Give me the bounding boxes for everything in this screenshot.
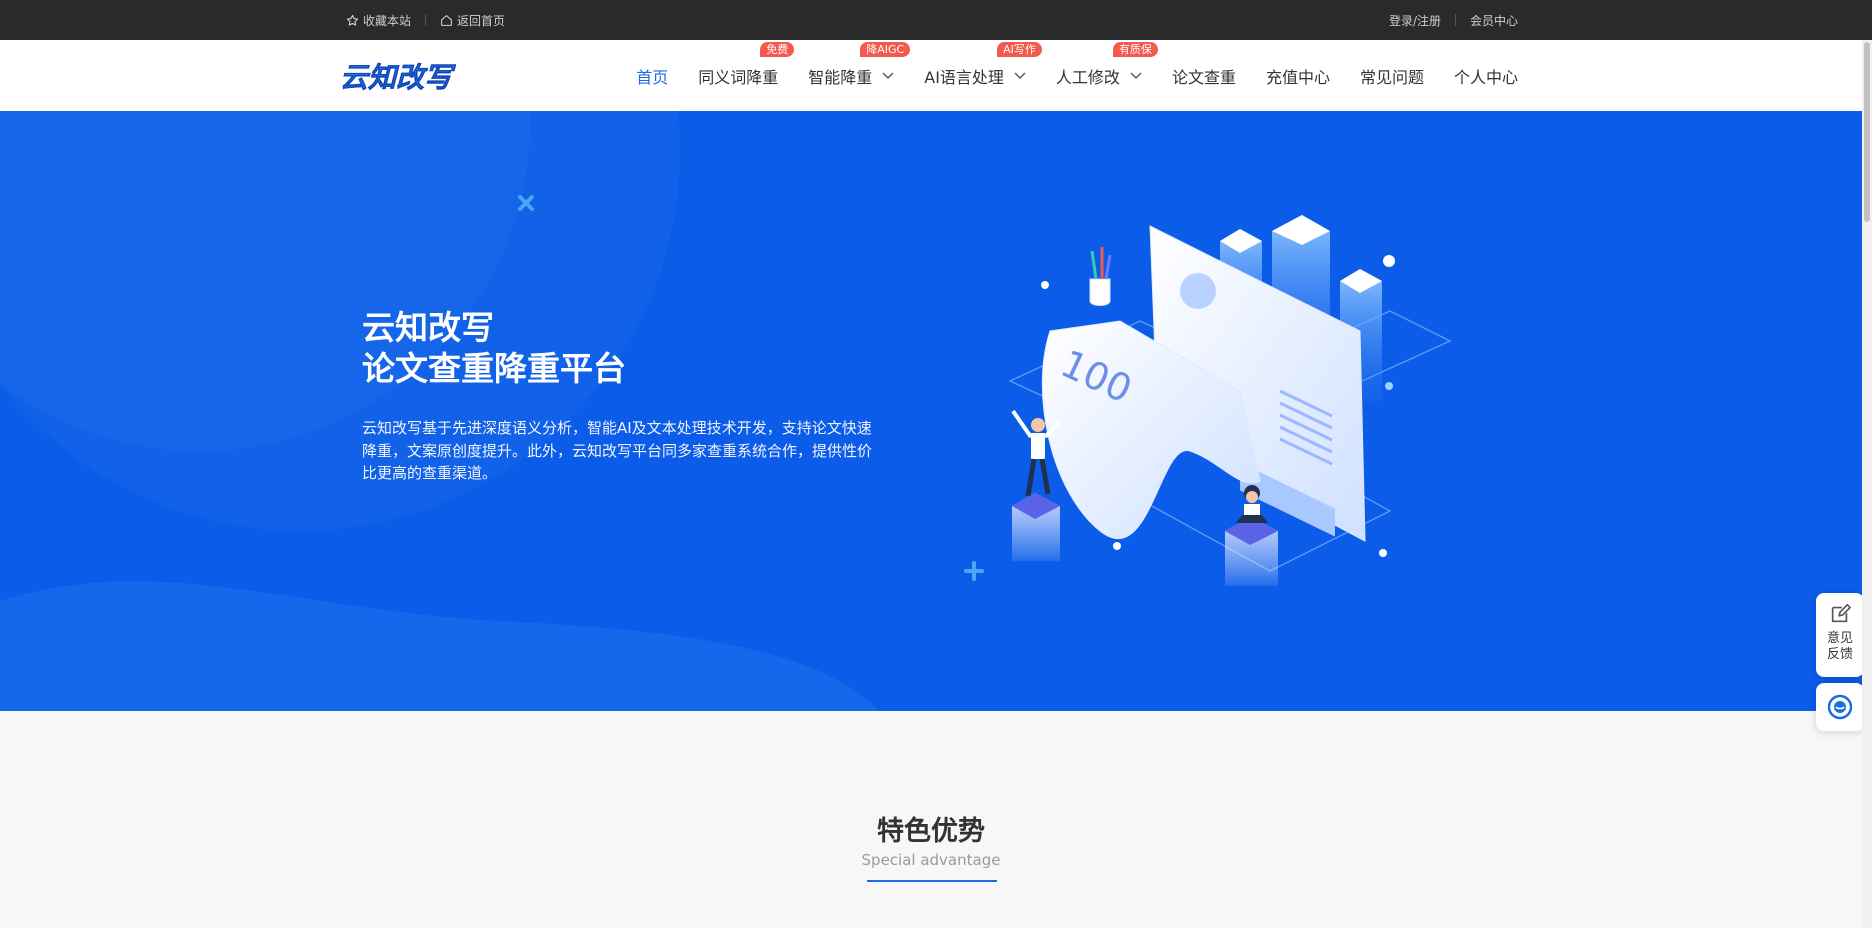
nav-item-synonym-rewrite[interactable]: 同义词降重 免费 (698, 41, 795, 88)
nav-item-faq[interactable]: 常见问题 (1360, 64, 1424, 88)
star-icon (346, 14, 359, 27)
main-nav: 首页 同义词降重 免费 智能降重 降AIGC AI语言处理 AI写作 人工修改 … (636, 40, 1518, 111)
chevron-down-icon (1014, 72, 1026, 79)
home-label: 返回首页 (457, 13, 506, 28)
nav-item-personal-center[interactable]: 个人中心 (1454, 64, 1518, 88)
section-title: 特色优势 (877, 816, 985, 847)
edit-icon (1831, 604, 1851, 623)
home-icon (440, 14, 453, 27)
nav-item-manual-edit[interactable]: 人工修改 有质保 (1055, 41, 1158, 88)
feedback-label: 意见反馈 (1826, 631, 1853, 662)
customer-service-button[interactable] (1816, 683, 1864, 731)
quality-badge: 有质保 (1112, 41, 1158, 57)
hero-title-line-1: 云知改写 (362, 308, 494, 347)
nav-label: 智能降重 (808, 67, 873, 87)
aigc-badge: 降AIGC (860, 41, 911, 57)
page-scrollbar-thumb[interactable] (1864, 42, 1870, 222)
hero-banner: 云知改写 论文查重降重平台 云知改写基于先进深度语义分析，智能AI及文本处理技术… (0, 111, 1862, 711)
site-logo[interactable]: 云知改写 (338, 58, 484, 94)
customer-service-icon (1827, 694, 1853, 720)
free-badge: 免费 (760, 41, 795, 57)
hero-copy: 云知改写 论文查重降重平台 云知改写基于先进深度语义分析，智能AI及文本处理技术… (362, 307, 872, 485)
member-center-link[interactable]: 会员中心 (1470, 12, 1518, 29)
nav-label: 个人中心 (1453, 67, 1518, 87)
login-register-link[interactable]: 登录/注册 (1389, 12, 1441, 29)
bookmark-link[interactable]: 收藏本站 (346, 12, 411, 29)
divider (1454, 14, 1456, 26)
nav-label: 同义词降重 (698, 67, 779, 87)
nav-label: 首页 (636, 67, 669, 87)
section-subtitle: Special advantage (861, 851, 1001, 869)
feedback-button[interactable]: 意见反馈 (1816, 593, 1864, 677)
chevron-down-icon (882, 72, 894, 79)
nav-item-ai-language[interactable]: AI语言处理 AI写作 (924, 41, 1042, 88)
logo-text: 云知改写 (340, 61, 456, 94)
home-link[interactable]: 返回首页 (440, 12, 505, 29)
nav-label: AI语言处理 (924, 67, 1004, 87)
divider (425, 14, 427, 26)
bookmark-label: 收藏本站 (363, 13, 412, 28)
nav-item-home[interactable]: 首页 (636, 64, 668, 88)
section-underline (867, 880, 997, 882)
hero-title-line-2: 论文查重降重平台 (362, 349, 626, 388)
features-section: 特色优势 Special advantage (0, 711, 1862, 928)
nav-label: 充值中心 (1265, 67, 1330, 87)
nav-item-smart-rewrite[interactable]: 智能降重 降AIGC (808, 41, 911, 88)
hero-illustration: 100 (1008, 215, 1452, 586)
nav-item-recharge[interactable]: 充值中心 (1266, 64, 1330, 88)
chevron-down-icon (1130, 72, 1142, 79)
nav-label: 论文查重 (1171, 67, 1236, 87)
hero-description: 云知改写基于先进深度语义分析，智能AI及文本处理技术开发，支持论文快速降重，文案… (362, 419, 873, 482)
hero-background (0, 111, 1395, 711)
nav-label: 常见问题 (1359, 67, 1424, 87)
nav-item-plagiarism-check[interactable]: 论文查重 (1172, 64, 1236, 88)
hero-title: 云知改写 论文查重降重平台 (362, 307, 872, 389)
top-bar: 收藏本站 返回首页 登录/注册 会员中心 (0, 0, 1872, 40)
nav-label: 人工修改 (1055, 67, 1120, 87)
ai-writing-badge: AI写作 (997, 41, 1042, 57)
